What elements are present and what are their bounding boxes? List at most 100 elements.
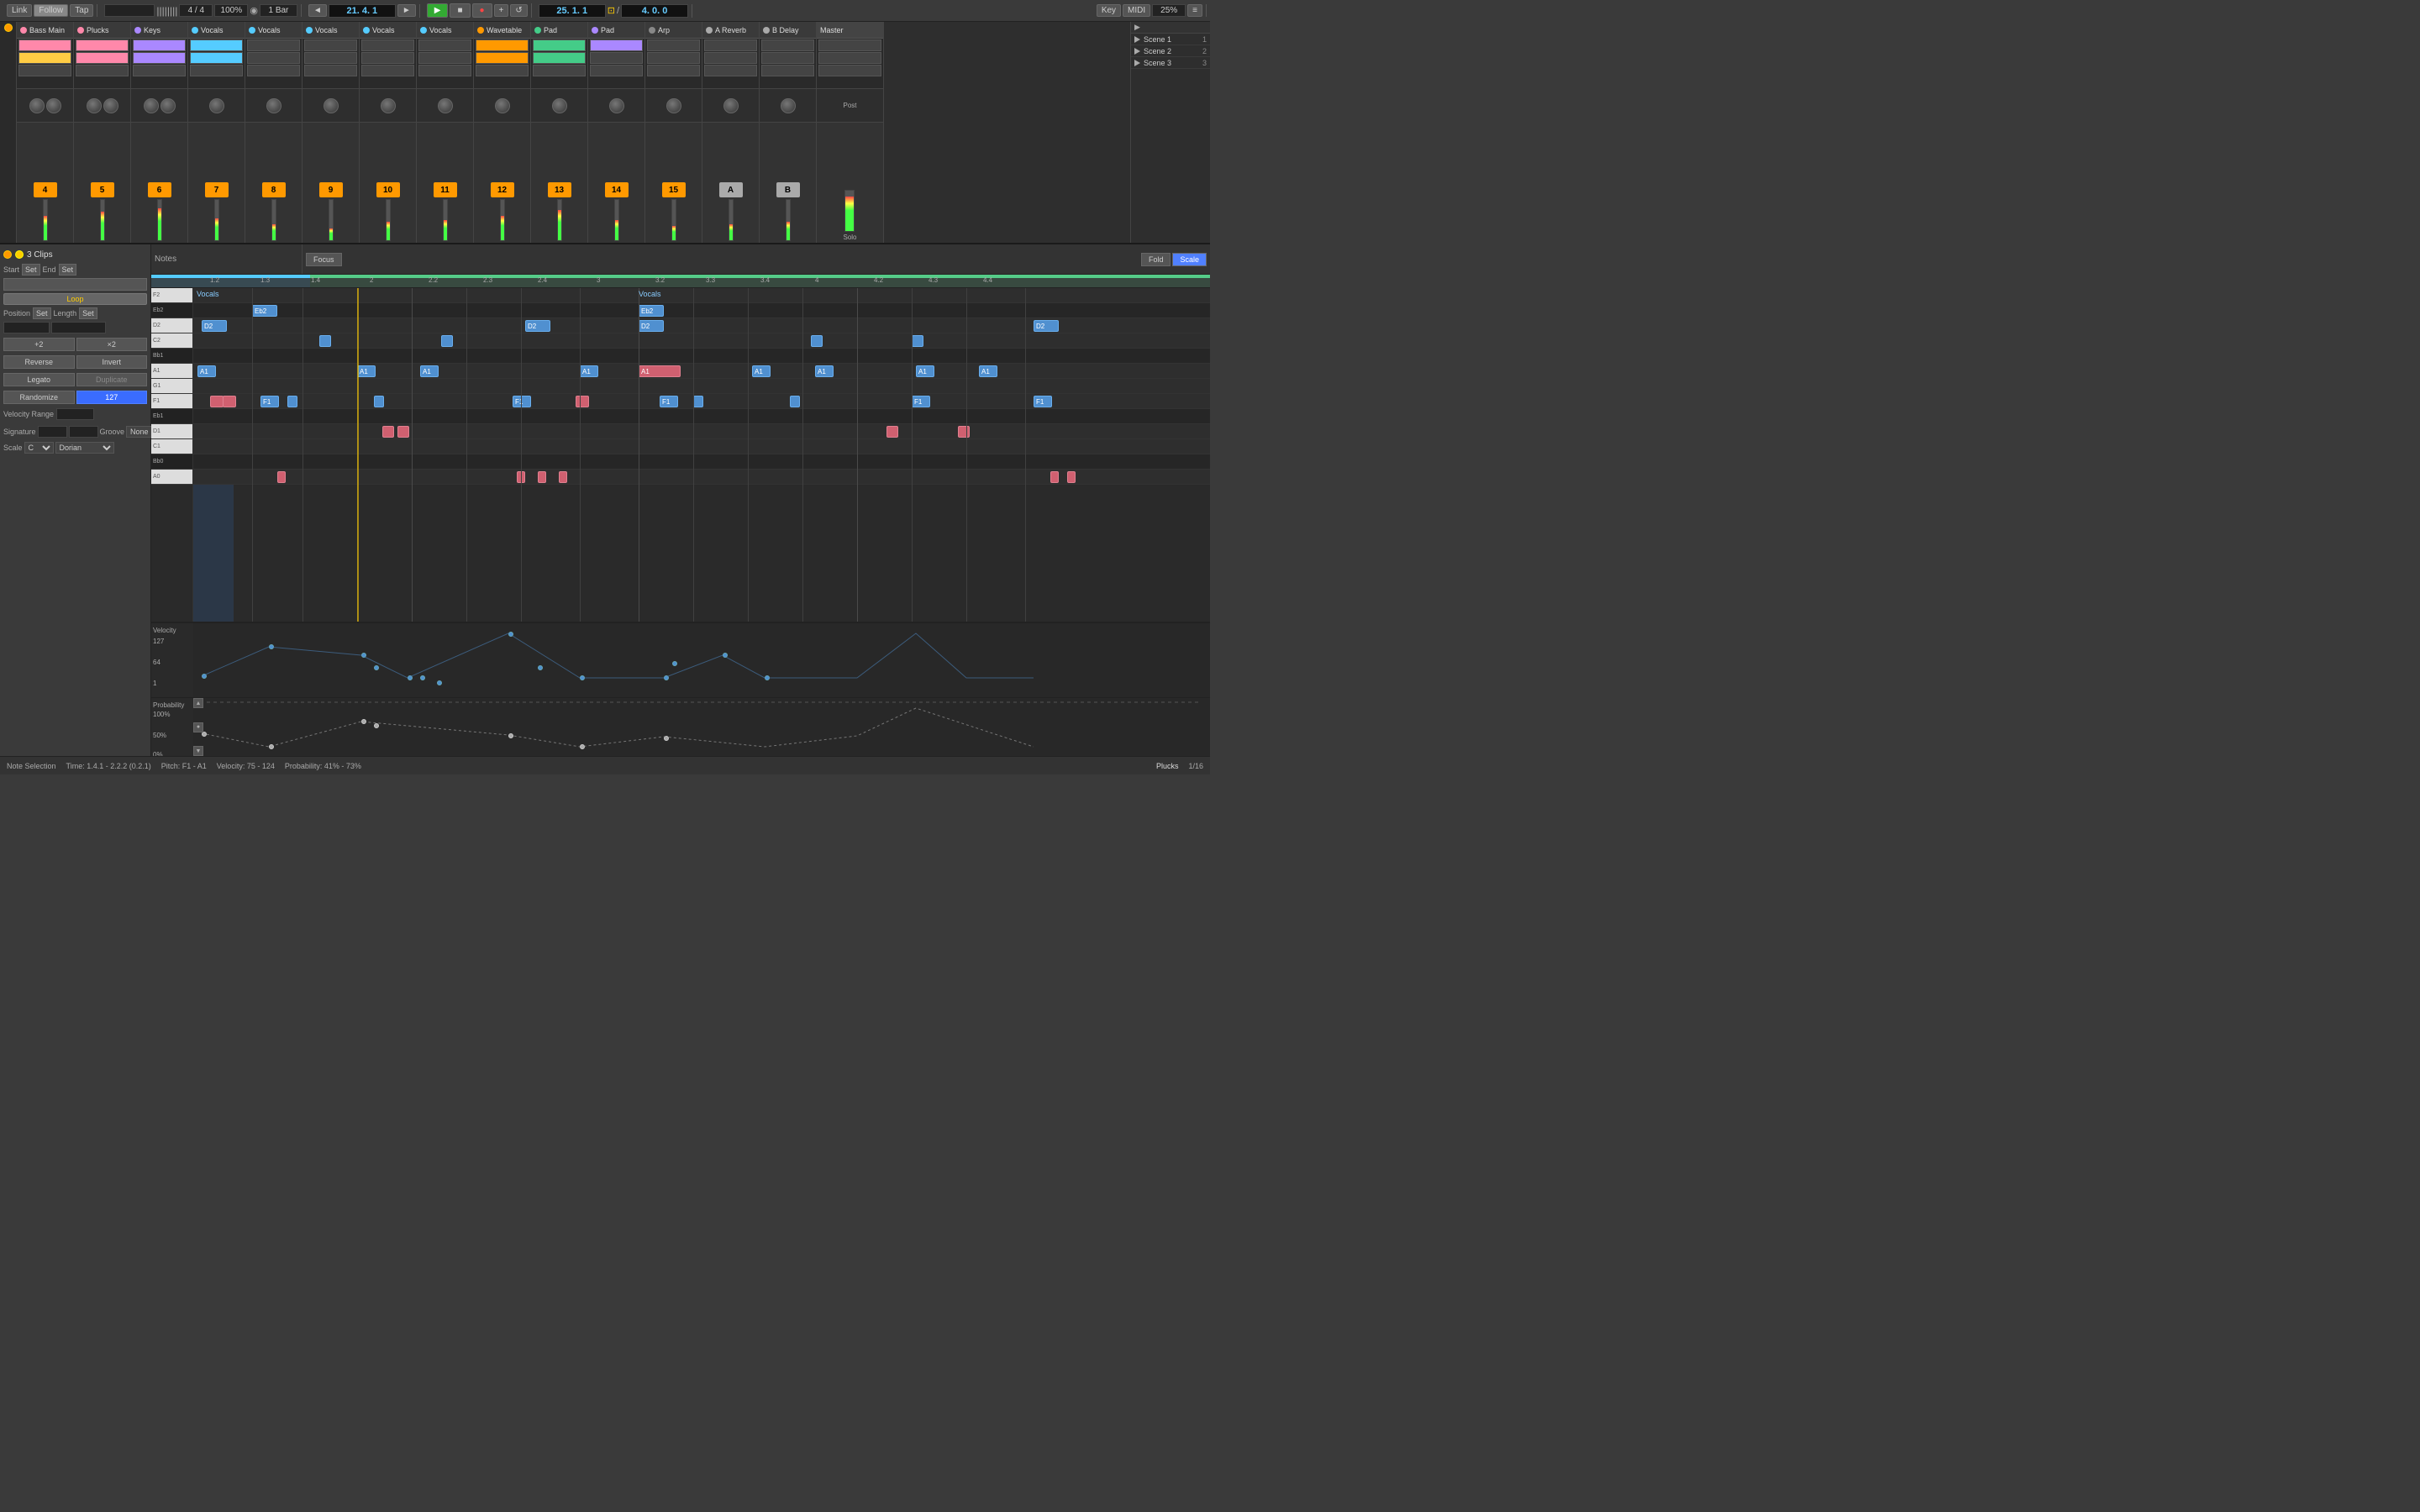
send-a-knob[interactable] [495,98,510,113]
bpm-field[interactable]: 100.00 [104,4,155,17]
back-loop-button[interactable]: ↺ [510,4,527,17]
clip-slot[interactable] [761,39,814,51]
clip-slot[interactable] [190,52,243,64]
scale-button[interactable]: Scale [1172,253,1207,266]
note-D1-3[interactable] [886,426,898,438]
send-b-knob[interactable] [46,98,61,113]
nav-next[interactable]: ► [397,4,416,17]
sig-numerator[interactable]: 4 [38,426,67,438]
fold-button[interactable]: Fold [1141,253,1171,266]
clip-slot[interactable] [647,65,700,76]
note-F1-9[interactable] [693,396,703,407]
send-b-knob[interactable] [160,98,176,113]
clip-slot[interactable] [418,52,471,64]
send-a-knob[interactable] [609,98,624,113]
solo-button[interactable]: Solo [843,234,856,241]
play-button[interactable]: ▶ [427,3,449,18]
key-Bb1[interactable]: Bb1 [151,349,192,364]
clip-slot[interactable] [818,52,881,64]
clip-slot[interactable] [647,52,700,64]
clip-slot[interactable] [133,39,186,51]
clip-slot[interactable] [818,65,881,76]
clip-slot[interactable] [304,39,357,51]
note-D2-2[interactable]: D2 [525,320,550,332]
clip-slot[interactable] [590,65,643,76]
note-F1-3[interactable]: F1 [260,396,279,407]
reverse-button[interactable]: Reverse [3,355,75,369]
clip-slot[interactable] [418,39,471,51]
note-F1-11[interactable]: F1 [912,396,930,407]
clip-slot[interactable] [304,65,357,76]
key-D1[interactable]: D1 [151,424,192,439]
clip-slot[interactable] [533,65,586,76]
clip-slot[interactable] [18,65,71,76]
clip-slot[interactable] [361,52,414,64]
scale-mode-select[interactable]: Dorian [55,442,114,454]
clip-slot[interactable] [18,39,71,51]
clip-slot[interactable] [761,52,814,64]
clip-slot[interactable] [590,52,643,64]
settings-button[interactable]: ≡ [1187,4,1202,17]
grid-row-G1[interactable] [193,379,1210,394]
key-A0[interactable]: A0 [151,470,192,485]
note-F1-10[interactable] [790,396,800,407]
nav-prev[interactable]: ◄ [308,4,327,17]
key-Bb0[interactable]: Bb0 [151,454,192,470]
key-D2[interactable]: D2 [151,318,192,333]
clip-slot[interactable] [18,52,71,64]
send-a-knob[interactable] [29,98,45,113]
note-grid[interactable]: Eb2 Eb2 D2 D2 D2 D2 [193,288,1210,622]
vel-range-field[interactable]: -28 [56,408,94,420]
key-Eb2[interactable]: Eb2 [151,303,192,318]
probability-grid[interactable]: ▲ ● ▼ [193,698,1210,756]
len-set-button[interactable]: Set [79,307,97,319]
note-A1-2[interactable]: A1 [357,365,376,377]
clip-slot[interactable] [533,39,586,51]
key-A1[interactable]: A1 [151,364,192,379]
pos-set-button[interactable]: Set [33,307,51,319]
clip-slot[interactable] [247,39,300,51]
note-A1-6[interactable]: A1 [752,365,771,377]
grid-row-C2[interactable] [193,333,1210,349]
grid-row-C1[interactable] [193,439,1210,454]
clip-slot[interactable] [361,39,414,51]
scale-root-select[interactable]: C [24,442,54,454]
send-a-knob[interactable] [438,98,453,113]
note-D2-1[interactable]: D2 [202,320,227,332]
clip-slot[interactable] [533,52,586,64]
clip-slot[interactable] [76,52,129,64]
tap-button[interactable]: Tap [70,4,93,17]
clip-name-field[interactable]: F1-A1 [3,278,147,291]
sig-denominator[interactable]: 4 [69,426,98,438]
scene-item-1[interactable]: Scene 1 1 [1131,34,1210,45]
clip-slot[interactable] [361,65,414,76]
key-F1[interactable]: F1 [151,394,192,409]
randomize-button[interactable]: Randomize [3,391,75,404]
note-A1-3[interactable]: A1 [420,365,439,377]
note-D1-1[interactable] [382,426,394,438]
note-A1-9[interactable]: A1 [979,365,997,377]
scene-item-2[interactable]: Scene 2 2 [1131,45,1210,57]
key-C1[interactable]: C1 [151,439,192,454]
note-A0-4[interactable] [559,471,567,483]
key-G1[interactable]: G1 [151,379,192,394]
note-A0-3[interactable] [538,471,546,483]
note-D1-2[interactable] [397,426,409,438]
clip-slot[interactable] [133,52,186,64]
clip-slot[interactable] [76,39,129,51]
key-Eb1[interactable]: Eb1 [151,409,192,424]
key-button[interactable]: Key [1097,4,1121,17]
clip-slot[interactable] [704,52,757,64]
note-F1-7[interactable] [576,396,589,407]
legato-button[interactable]: Legato [3,373,75,386]
grid-row-Eb2[interactable]: Eb2 Eb2 [193,303,1210,318]
note-F1-8[interactable]: F1 [660,396,678,407]
note-C2-4[interactable] [912,335,923,347]
grid-row-D2[interactable]: D2 D2 D2 D2 [193,318,1210,333]
send-a-knob[interactable] [781,98,796,113]
grid-row-Bb0[interactable] [193,454,1210,470]
send-a-knob[interactable] [324,98,339,113]
key-F2[interactable]: F2 [151,288,192,303]
scroll-up-arrow[interactable]: ▲ [193,698,203,708]
midi-button[interactable]: MIDI [1123,4,1150,17]
